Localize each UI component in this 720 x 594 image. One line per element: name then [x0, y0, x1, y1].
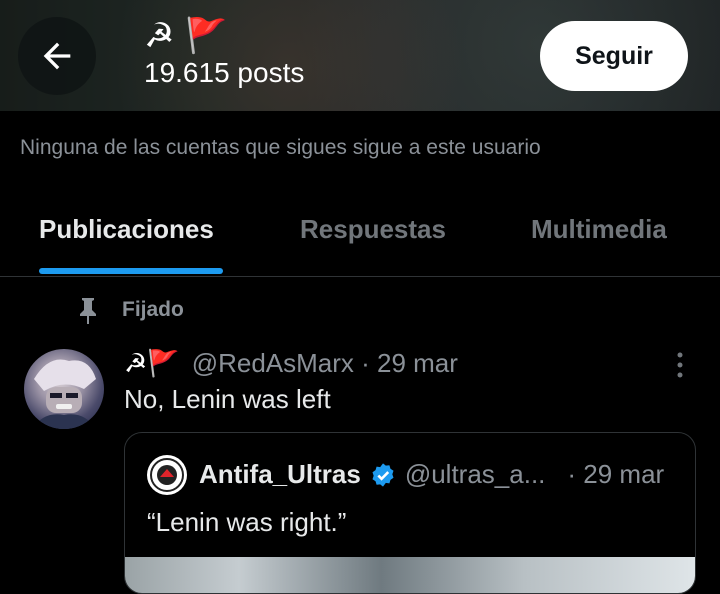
tab-publicaciones[interactable]: Publicaciones: [39, 214, 214, 245]
quote-media-image[interactable]: [125, 557, 695, 593]
tweet-text: No, Lenin was left: [124, 384, 331, 414]
antifa-logo-icon: [150, 458, 184, 492]
more-options-icon[interactable]: [670, 350, 690, 380]
active-tab-indicator: [39, 268, 223, 274]
hammer-sickle-icon: ☭: [144, 16, 175, 56]
arrow-left-icon: [43, 42, 71, 70]
profile-name: ☭ 🚩: [144, 16, 304, 56]
quote-header: Antifa_Ultras @ultras_a... · 29 mar: [199, 459, 664, 490]
profile-title: ☭ 🚩 19.615 posts: [144, 16, 304, 90]
quote-author-name[interactable]: Antifa_Ultras: [199, 459, 361, 490]
profile-tabs: Publicaciones Respuestas Multimedia: [0, 186, 720, 277]
tweet-handle-time[interactable]: @RedAsMarx · 29 mar: [192, 348, 458, 379]
quote-time[interactable]: · 29 mar: [567, 459, 664, 490]
tweet-header: ☭ 🚩 @RedAsMarx · 29 mar: [124, 348, 458, 379]
followers-you-know-note: Ninguna de las cuentas que sigues sigue …: [20, 136, 541, 159]
posts-count: 19.615 posts: [144, 57, 305, 88]
tab-respuestas[interactable]: Respuestas: [300, 214, 446, 245]
pinned-indicator: Fijado: [76, 296, 184, 324]
verified-badge-icon: [372, 462, 394, 487]
hammer-sickle-icon[interactable]: ☭: [124, 349, 147, 379]
avatar-image: [32, 359, 96, 429]
avatar[interactable]: [24, 349, 104, 429]
quoted-tweet[interactable]: Antifa_Ultras @ultras_a... · 29 mar “Len…: [124, 432, 696, 594]
quote-avatar[interactable]: [147, 455, 187, 495]
pin-icon: [80, 298, 96, 324]
quote-handle[interactable]: @ultras_a...: [405, 459, 546, 490]
back-button[interactable]: [18, 17, 96, 95]
red-flag-icon: 🚩: [185, 16, 228, 56]
follow-button[interactable]: Seguir: [540, 21, 688, 91]
quote-text: “Lenin was right.”: [147, 507, 347, 537]
red-flag-icon[interactable]: 🚩: [147, 349, 179, 379]
tab-multimedia[interactable]: Multimedia: [531, 214, 667, 245]
pinned-label: Fijado: [122, 298, 184, 321]
